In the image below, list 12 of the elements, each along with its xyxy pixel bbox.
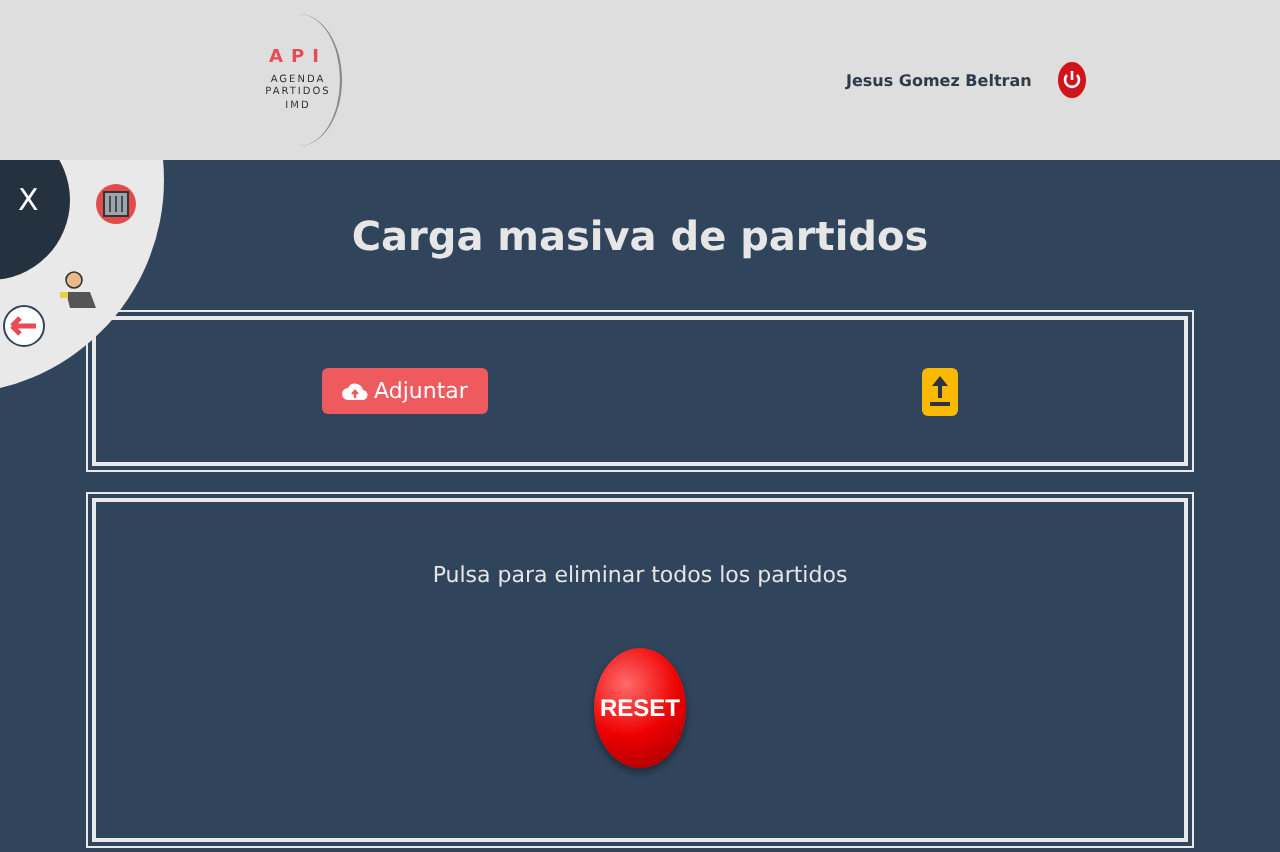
logo-title: API [269,47,327,68]
person-icon[interactable] [58,268,102,312]
reset-instruction: Pulsa para eliminar todos los partidos [432,562,848,588]
reset-button[interactable]: RESET [594,648,686,768]
user-name: Jesus Gomez Beltran [846,71,1032,89]
cloud-upload-icon [342,380,369,402]
power-icon[interactable] [1057,62,1086,98]
calendar-icon[interactable] [96,182,136,226]
page-title: Carga masiva de partidos [351,212,929,264]
close-button[interactable]: X [0,160,70,280]
attach-button[interactable]: Adjuntar [322,368,488,414]
upload-icon[interactable] [922,367,958,415]
